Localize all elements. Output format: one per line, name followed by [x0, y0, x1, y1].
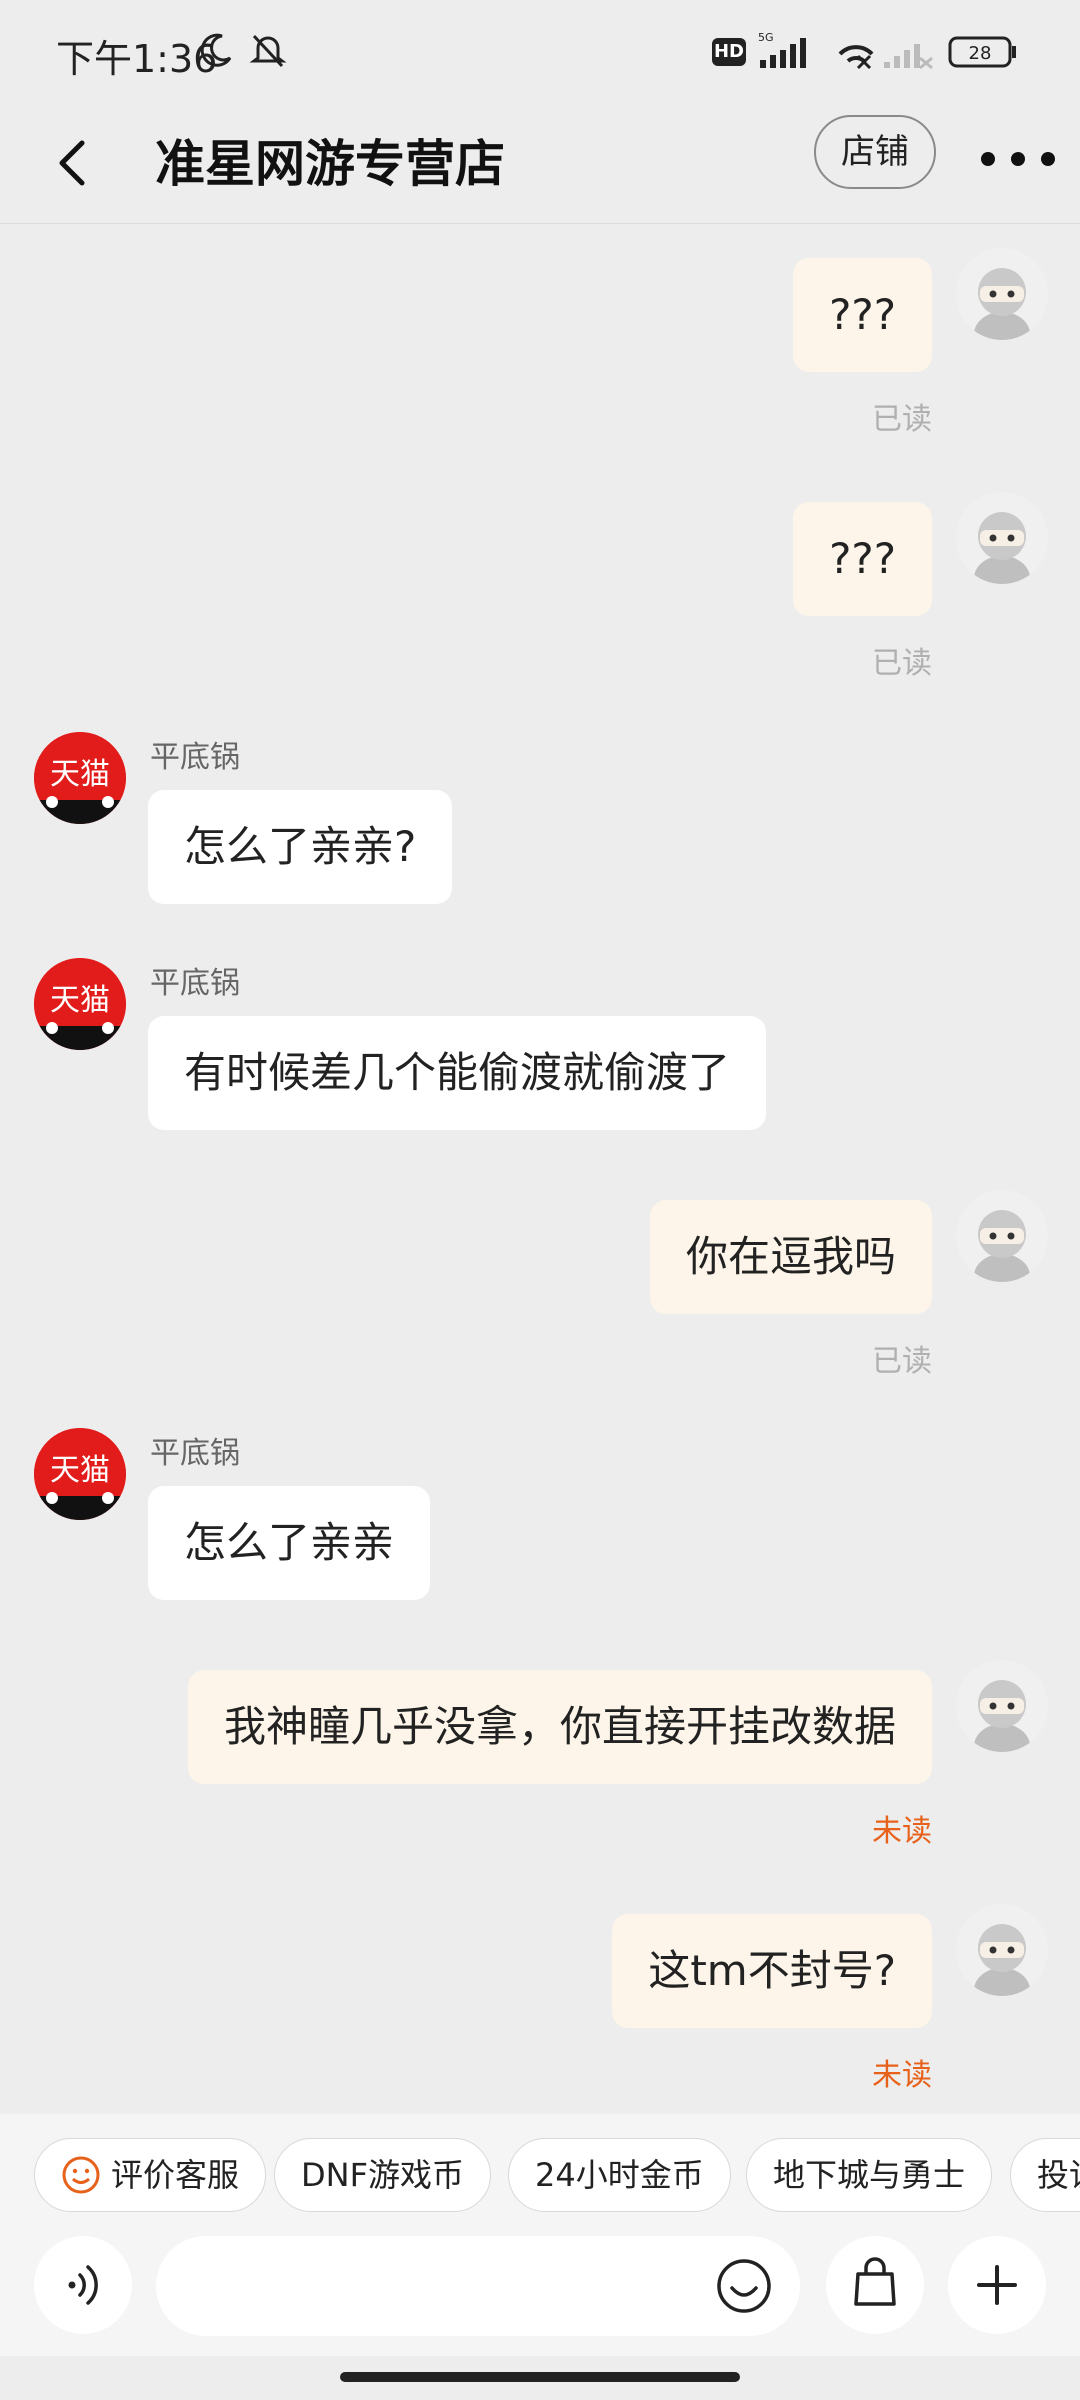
user-avatar[interactable] — [956, 248, 1048, 340]
chip-label: 评价客服 — [111, 2156, 240, 2194]
do-not-disturb-moon-icon — [200, 33, 232, 67]
signal-5g-icon: 5G — [758, 31, 806, 68]
more-options-icon[interactable] — [976, 129, 1060, 189]
my-message-bubble[interactable]: ??? — [793, 502, 932, 616]
sender-name: 平底锅 — [150, 740, 240, 775]
tmall-logo-icon: 天猫 — [34, 732, 126, 824]
network-type-label: 5G — [758, 31, 774, 44]
tmall-avatar[interactable]: 天猫 — [34, 1428, 126, 1520]
chip-rate-service[interactable]: 评价客服 — [34, 2138, 267, 2212]
hd-badge: HD — [712, 38, 746, 66]
sender-name: 平底锅 — [150, 1436, 240, 1471]
status-bar: 下午1:36 HD 5G 28 — [0, 0, 1080, 105]
message-list[interactable]: ??? 已读 ??? 已读 天猫 平底锅 怎么了亲亲? 天猫 平底锅 有时候差几… — [0, 224, 1080, 2114]
tmall-badge-text: 天猫 — [50, 983, 110, 1018]
input-bar — [0, 2236, 1080, 2356]
tmall-badge-text: 天猫 — [50, 1453, 110, 1488]
message-input[interactable] — [156, 2236, 800, 2336]
chip-24h-gold[interactable]: 24小时金币 — [508, 2138, 731, 2212]
user-avatar[interactable] — [956, 1660, 1048, 1752]
read-status: 已读 — [872, 402, 932, 437]
user-avatar-icon — [956, 1190, 1048, 1282]
their-message-bubble[interactable]: 怎么了亲亲? — [148, 790, 453, 904]
add-more-button[interactable] — [948, 2236, 1046, 2334]
quick-reply-bar: 评价客服 DNF游戏币 24小时金币 地下城与勇士 投诉 — [0, 2114, 1080, 2236]
user-avatar[interactable] — [956, 1190, 1048, 1282]
user-avatar[interactable] — [956, 1904, 1048, 1996]
shop-button[interactable]: 店铺 — [814, 115, 936, 189]
read-status: 已读 — [872, 646, 932, 681]
plus-icon — [977, 2265, 1017, 2305]
chip-dnf-coins[interactable]: DNF游戏币 — [274, 2138, 491, 2212]
chat-header: 准星网游专营店 店铺 — [0, 105, 1080, 224]
their-message-bubble[interactable]: 怎么了亲亲 — [148, 1486, 431, 1600]
user-avatar-icon — [956, 248, 1048, 340]
my-message-bubble[interactable]: 这tm不封号? — [612, 1914, 932, 2028]
my-message-bubble[interactable]: 你在逗我吗 — [649, 1200, 932, 1314]
tmall-logo-icon: 天猫 — [34, 1428, 126, 1520]
emoji-icon[interactable] — [716, 2258, 772, 2314]
read-status: 已读 — [872, 1344, 932, 1379]
sender-name: 平底锅 — [150, 966, 240, 1001]
wifi-off-icon — [838, 45, 874, 70]
tmall-avatar[interactable]: 天猫 — [34, 958, 126, 1050]
signal-sim2-icon — [884, 44, 933, 70]
page-title: 准星网游专营店 — [155, 135, 505, 193]
tmall-logo-icon: 天猫 — [34, 958, 126, 1050]
user-avatar-icon — [956, 1904, 1048, 1996]
tmall-badge-text: 天猫 — [50, 757, 110, 792]
chip-dungeon-fighter[interactable]: 地下城与勇士 — [746, 2138, 993, 2212]
chip-complaint[interactable]: 投诉 — [1010, 2138, 1080, 2212]
user-avatar-icon — [956, 1660, 1048, 1752]
voice-button[interactable] — [34, 2236, 132, 2334]
battery-level: 28 — [969, 43, 992, 64]
muted-bell-icon — [249, 34, 287, 68]
user-avatar[interactable] — [956, 492, 1048, 584]
voice-icon — [68, 2265, 98, 2305]
their-message-bubble[interactable]: 有时候差几个能偷渡就偷渡了 — [148, 1016, 767, 1130]
shopping-bag-icon — [854, 2257, 896, 2306]
battery-icon: 28 — [948, 36, 1016, 68]
products-button[interactable] — [826, 2236, 924, 2334]
tmall-avatar[interactable]: 天猫 — [34, 732, 126, 824]
smile-icon — [62, 2156, 100, 2194]
my-message-bubble[interactable]: 我神瞳几乎没拿，你直接开挂改数据 — [187, 1670, 932, 1784]
status-time: 下午1:36 — [56, 37, 218, 81]
unread-status: 未读 — [872, 1814, 932, 1849]
my-message-bubble[interactable]: ??? — [793, 258, 932, 372]
unread-status: 未读 — [872, 2058, 932, 2093]
home-indicator[interactable] — [340, 2372, 740, 2382]
user-avatar-icon — [956, 492, 1048, 584]
back-arrow-icon[interactable] — [40, 127, 112, 199]
